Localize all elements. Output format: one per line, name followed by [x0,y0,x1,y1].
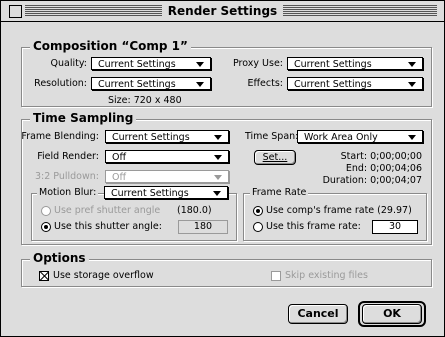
options-heading: Options [30,251,89,265]
time-span-value: Work Area Only [304,132,378,143]
chevron-down-icon [196,82,204,87]
resolution-popup[interactable]: Current Settings [91,77,211,90]
frame-blending-popup[interactable]: Current Settings [105,130,229,143]
quality-popup[interactable]: Current Settings [91,57,211,70]
time-sampling-heading: Time Sampling [30,111,137,125]
effects-value: Current Settings [294,79,372,90]
skip-existing-checkbox [271,271,281,281]
chevron-down-icon [408,135,416,140]
ok-button[interactable]: OK [362,304,422,324]
storage-overflow-checkbox[interactable] [39,271,49,281]
resolution-label: Resolution: [34,78,87,89]
end-time: End: 0;00;04;06 [345,163,422,174]
pulldown-value: Off [112,172,127,183]
quality-value: Current Settings [98,59,176,70]
field-render-value: Off [112,152,127,163]
resolution-value: Current Settings [98,79,176,90]
use-this-rate-label[interactable]: Use this frame rate: [266,221,361,232]
frame-rate-field[interactable]: 30 [372,220,418,234]
time-span-popup[interactable]: Work Area Only [297,130,423,143]
use-pref-shutter-label: Use pref shutter angle [54,205,161,216]
pref-shutter-value: (180.0) [177,205,212,216]
frame-blending-label: Frame Blending: [21,131,99,142]
chevron-down-icon [196,62,204,67]
motion-blur-label: Motion Blur: [37,187,99,198]
duration-time: Duration: 0;00;04;07 [322,175,422,186]
time-span-label: Time Span: [245,131,299,142]
proxy-use-popup[interactable]: Current Settings [287,57,423,70]
chevron-down-icon [214,175,222,180]
size-text: Size: 720 x 480 [108,95,182,106]
chevron-down-icon [213,191,221,196]
motion-blur-value: Current Settings [111,188,189,199]
chevron-down-icon [408,62,416,67]
use-this-rate-radio[interactable] [253,222,263,232]
window-title: Render Settings [1,4,444,18]
effects-label: Effects: [247,78,284,89]
field-render-popup[interactable]: Off [105,150,229,163]
chevron-down-icon [214,155,222,160]
use-comp-rate-radio[interactable] [253,206,263,216]
pulldown-popup: Off [105,170,229,183]
proxy-use-label: Proxy Use: [233,58,283,69]
pulldown-label: 3:2 Pulldown: [34,171,99,182]
composition-heading: Composition “Comp 1” [30,39,191,53]
proxy-use-value: Current Settings [294,59,372,70]
start-time: Start: 0;00;00;00 [340,151,422,162]
chevron-down-icon [214,135,222,140]
chevron-down-icon [408,82,416,87]
cancel-button[interactable]: Cancel [288,304,348,324]
quality-label: Quality: [50,58,87,69]
title-bar[interactable]: Render Settings [1,1,444,22]
set-button-label: Set... [262,152,288,163]
skip-existing-label: Skip existing files [285,270,368,281]
set-button[interactable]: Set... [254,150,296,165]
use-comp-rate-label[interactable]: Use comp's frame rate (29.97) [266,205,412,216]
storage-overflow-label[interactable]: Use storage overflow [53,270,154,281]
use-pref-shutter-radio [41,206,51,216]
render-settings-window: Render Settings Composition “Comp 1” Qua… [0,0,445,337]
shutter-angle-field[interactable]: 180 [178,220,228,234]
use-this-shutter-radio[interactable] [41,222,51,232]
use-this-shutter-label[interactable]: Use this shutter angle: [54,221,162,232]
frame-rate-heading: Frame Rate [250,187,309,198]
frame-blending-value: Current Settings [112,132,190,143]
motion-blur-popup[interactable]: Current Settings [104,186,228,199]
field-render-label: Field Render: [37,151,99,162]
effects-popup[interactable]: Current Settings [287,77,423,90]
